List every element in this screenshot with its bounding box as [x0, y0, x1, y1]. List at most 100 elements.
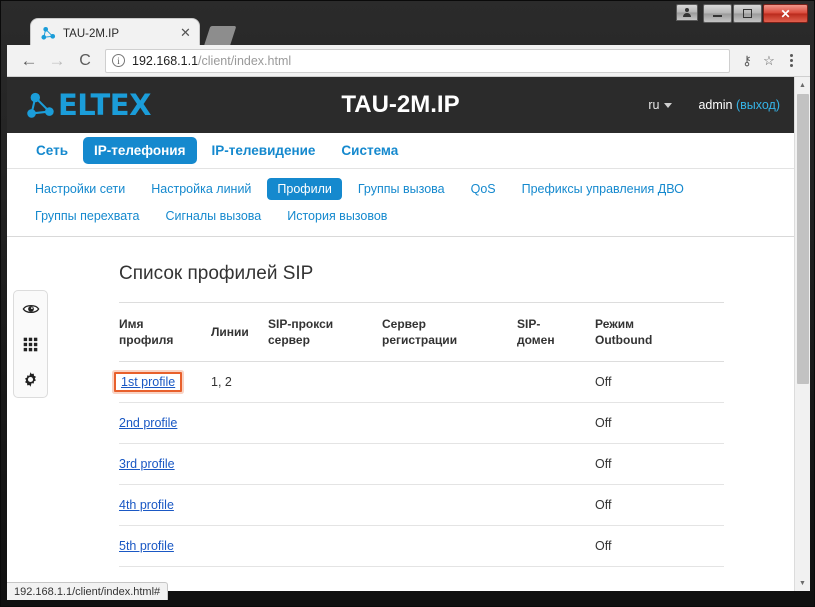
- back-arrow-icon: ←: [20, 50, 38, 70]
- gear-icon: [25, 371, 36, 387]
- table-head: Имя профиля Линии SIP-прокси сервер Серв…: [119, 301, 724, 363]
- cell-profile-name: 1st profile: [114, 361, 211, 404]
- nav-item-network[interactable]: Сеть: [25, 137, 79, 164]
- cell-sip-domain: [517, 525, 595, 568]
- cell-registrar: [382, 361, 517, 404]
- eltex-logo[interactable]: ELTEX: [25, 88, 151, 122]
- new-tab-button[interactable]: [203, 26, 237, 47]
- back-button[interactable]: ←: [15, 47, 43, 75]
- reload-icon: C: [79, 51, 91, 69]
- account-info: admin (выход): [698, 98, 780, 112]
- col-header-profile-name: Имя профиля: [119, 301, 211, 363]
- table-row: 5th profile Off: [119, 525, 724, 568]
- main-content: Список профилей SIP Имя профиля Линии SI…: [7, 237, 794, 591]
- subnav-item-line-settings[interactable]: Настройка линий: [141, 178, 261, 200]
- cell-registrar: [382, 484, 517, 527]
- browser-tab-title: TAU-2M.IP: [63, 27, 120, 40]
- settings-button[interactable]: [22, 370, 40, 388]
- profile-link-1st[interactable]: 1st profile: [121, 375, 175, 389]
- grid-button[interactable]: [22, 335, 40, 353]
- subnav-item-profiles[interactable]: Профили: [267, 178, 342, 200]
- address-bar[interactable]: i 192.168.1.1/client/index.html: [105, 48, 730, 73]
- os-window: ✕ TAU-2M.IP ✕ ← → C i 192.168.1.1/client…: [0, 0, 815, 607]
- cell-outbound-mode: Off: [595, 484, 724, 527]
- tab-close-icon[interactable]: ✕: [178, 26, 193, 41]
- cell-profile-name: 2nd profile: [119, 402, 211, 445]
- browser-toolbar: ← → C i 192.168.1.1/client/index.html ⚷ …: [7, 45, 810, 77]
- side-toolbar: [13, 290, 48, 398]
- subnav-item-network-settings[interactable]: Настройки сети: [25, 178, 135, 200]
- url-host: 192.168.1.1: [132, 53, 199, 68]
- cell-lines: [211, 525, 268, 568]
- forward-arrow-icon: →: [48, 50, 66, 70]
- eltex-molecule-icon: [27, 92, 54, 118]
- selection-highlight: 1st profile: [114, 372, 183, 393]
- close-icon: ✕: [780, 6, 791, 21]
- col-header-outbound-mode: Режим Outbound: [595, 301, 724, 363]
- nav-item-ip-tv[interactable]: IP-телевидение: [201, 137, 327, 164]
- nav-item-ip-telephony[interactable]: IP-телефония: [83, 137, 197, 164]
- subnav-item-call-groups[interactable]: Группы вызова: [348, 178, 455, 200]
- eltex-favicon-icon: [41, 26, 56, 40]
- bookmark-star-icon[interactable]: ☆: [758, 53, 780, 69]
- cell-sip-domain: [517, 443, 595, 486]
- subnav-item-call-history[interactable]: История вызовов: [277, 205, 397, 227]
- chrome-menu-button[interactable]: [780, 54, 802, 67]
- device-header: ELTEX TAU-2M.IP ru admin (выход): [7, 77, 794, 133]
- browser-tab-strip: TAU-2M.IP ✕: [7, 19, 810, 48]
- logout-link[interactable]: (выход): [736, 98, 780, 112]
- profile-link-2nd[interactable]: 2nd profile: [119, 416, 177, 430]
- profile-link-3rd[interactable]: 3rd profile: [119, 457, 175, 471]
- status-bar-text: 192.168.1.1/client/index.html#: [14, 585, 161, 598]
- profile-link-4th[interactable]: 4th profile: [119, 498, 174, 512]
- cell-sip-domain: [517, 402, 595, 445]
- table-body: 1st profile 1, 2 Off 2nd profile Off 3rd…: [114, 361, 724, 568]
- user-account-icon: [683, 8, 691, 17]
- cell-sip-proxy: [268, 361, 382, 404]
- status-bar: 192.168.1.1/client/index.html#: [7, 582, 169, 600]
- cell-lines: 1, 2: [211, 361, 268, 404]
- cell-sip-domain: [517, 484, 595, 527]
- subnav-item-qos[interactable]: QoS: [461, 178, 506, 200]
- page-title: Список профилей SIP: [119, 263, 314, 284]
- scrollbar-thumb[interactable]: [797, 94, 809, 384]
- profile-link-5th[interactable]: 5th profile: [119, 539, 174, 553]
- minimize-icon: [713, 15, 722, 17]
- cell-outbound-mode: Off: [595, 361, 724, 404]
- cell-lines: [211, 443, 268, 486]
- forward-button[interactable]: →: [43, 47, 71, 75]
- table-row: 4th profile Off: [119, 484, 724, 527]
- scroll-down-arrow-icon[interactable]: ▼: [795, 575, 810, 591]
- eye-button[interactable]: [22, 300, 40, 318]
- cell-profile-name: 4th profile: [119, 484, 211, 527]
- scroll-up-arrow-icon[interactable]: ▲: [795, 77, 810, 93]
- primary-nav: Сеть IP-телефония IP-телевидение Система: [7, 133, 794, 169]
- cell-registrar: [382, 402, 517, 445]
- page-scrollbar[interactable]: ▲ ▼: [794, 77, 810, 591]
- username-label: admin: [698, 98, 733, 112]
- cell-outbound-mode: Off: [595, 443, 724, 486]
- cell-profile-name: 3rd profile: [119, 443, 211, 486]
- reload-button[interactable]: C: [71, 47, 99, 75]
- cell-sip-domain: [517, 361, 595, 404]
- secondary-nav-row-1: Настройки сети Настройка линий Профили Г…: [25, 178, 794, 200]
- cell-profile-name: 5th profile: [119, 525, 211, 568]
- browser-tab[interactable]: TAU-2M.IP ✕: [31, 19, 199, 48]
- subnav-item-call-signals[interactable]: Сигналы вызова: [155, 205, 271, 227]
- eltex-logo-text: ELTEX: [58, 88, 151, 122]
- address-bar-url: 192.168.1.1/client/index.html: [132, 54, 291, 68]
- cell-sip-proxy: [268, 484, 382, 527]
- chevron-down-icon: [664, 102, 673, 108]
- secondary-nav-row-2: Группы перехвата Сигналы вызова История …: [25, 205, 794, 227]
- subnav-item-dvo-prefixes[interactable]: Префиксы управления ДВО: [512, 178, 694, 200]
- grid-icon: [23, 337, 38, 351]
- secondary-nav: Настройки сети Настройка линий Профили Г…: [7, 169, 794, 237]
- language-label: ru: [648, 98, 660, 112]
- language-selector[interactable]: ru: [648, 98, 673, 112]
- save-password-key-icon[interactable]: ⚷: [736, 53, 758, 69]
- nav-item-system[interactable]: Система: [330, 137, 409, 164]
- subnav-item-pickup-groups[interactable]: Группы перехвата: [25, 205, 149, 227]
- cell-lines: [211, 484, 268, 527]
- cell-registrar: [382, 525, 517, 568]
- site-info-icon[interactable]: i: [112, 54, 125, 67]
